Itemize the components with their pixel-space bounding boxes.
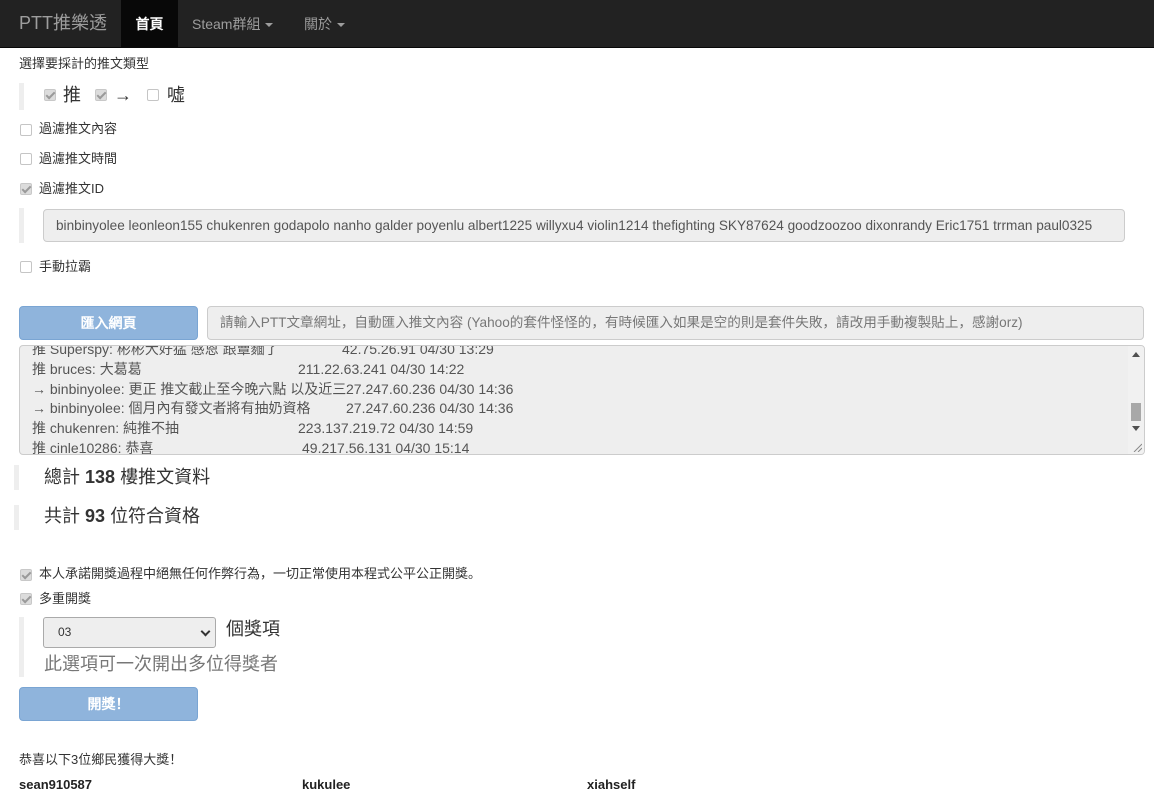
comment-line: 推 bruces: 大葛葛 211.22.63.241 04/30 14:22 — [32, 360, 1120, 380]
eligible-stat: 共計 93 位符合資格 — [44, 505, 200, 527]
scroll-down-icon[interactable] — [1132, 426, 1140, 431]
result-heading: 恭喜以下3位鄉民獲得大獎！ — [19, 752, 183, 767]
blockquote-bar — [14, 505, 19, 530]
comment-meta: 223.137.219.72 04/30 14:59 — [298, 420, 474, 437]
push-label: 推 — [63, 85, 81, 105]
arrow-checkbox[interactable] — [95, 89, 107, 101]
nav-steam-group[interactable]: Steam群組 — [192, 0, 274, 48]
push-checkbox[interactable] — [44, 89, 56, 101]
comment-line: → binbinyolee: 更正 推文截止至今晚六點 以及近三 27.247.6… — [32, 380, 1120, 400]
blockquote-bar — [14, 465, 19, 490]
eligible-count: 93 — [85, 506, 106, 526]
total-prefix: 總計 — [44, 467, 80, 487]
comments-textarea[interactable]: 推 Superspy: 彬彬大好猛 感恩 跟蕈麵了 42.75.26.91 04/… — [19, 345, 1145, 455]
push-type-heading: 選擇要採計的推文類型 — [19, 56, 150, 71]
chevron-down-icon — [265, 23, 274, 28]
comment-line: 推 chukenren: 純推不抽 223.137.219.72 04/30 14… — [32, 419, 1120, 439]
winner-name: kukulee — [302, 777, 351, 792]
multi-draw-label: 多重開獎 — [39, 591, 92, 606]
chevron-down-icon — [337, 23, 345, 28]
filter-content-label: 過濾推文內容 — [39, 121, 118, 136]
blockquote-bar — [19, 83, 24, 110]
nav-home[interactable]: 首頁 — [121, 0, 178, 48]
navbar: PTT推樂透 首頁 Steam群組 關於 — [0, 0, 1154, 48]
comment-meta: 211.22.63.241 04/30 14:22 — [298, 360, 465, 377]
prize-unit-label: 個獎項 — [226, 619, 280, 639]
draw-button[interactable]: 開獎！ — [19, 687, 198, 721]
prize-count-value: 03 — [58, 625, 72, 639]
eligible-suffix: 位符合資格 — [110, 506, 201, 526]
comment-text: 推 chukenren: 純推不抽 — [32, 420, 180, 437]
total-count: 138 — [85, 467, 116, 487]
comment-line: 推 Superspy: 彬彬大好猛 感恩 跟蕈麵了 42.75.26.91 04/… — [32, 345, 1120, 360]
manual-slot-label: 手動拉霸 — [39, 259, 92, 274]
filter-id-input[interactable]: binbinyolee leonleon155 chukenren godapo… — [43, 209, 1125, 242]
comments-list: 推 Superspy: 彬彬大好猛 感恩 跟蕈麵了 42.75.26.91 04/… — [32, 345, 1120, 455]
comment-meta: 27.247.60.236 04/30 14:36 — [346, 400, 514, 417]
total-stat: 總計 138 樓推文資料 — [44, 466, 210, 488]
nav-about-label: 關於 — [304, 16, 332, 32]
arrow-label: → — [114, 85, 132, 105]
import-webpage-button[interactable]: 匯入網頁 — [19, 306, 198, 340]
scrollbar[interactable] — [1128, 346, 1144, 454]
manual-slot-checkbox[interactable] — [20, 261, 32, 273]
filter-id-label: 過濾推文ID — [39, 181, 105, 196]
comment-line: 推 cinle10286: 恭喜 49.217.56.131 04/30 15:1… — [32, 439, 1120, 455]
filter-time-label: 過濾推文時間 — [39, 151, 118, 166]
nav-about[interactable]: 關於 — [304, 0, 345, 48]
comment-meta: 49.217.56.131 04/30 15:14 — [302, 439, 470, 455]
filter-id-checkbox[interactable] — [20, 183, 32, 195]
comment-text: 推 cinle10286: 恭喜 — [32, 439, 154, 455]
pledge-label: 本人承諾開獎過程中絕無任何作弊行為，一切正常使用本程式公平公正開獎。 — [39, 566, 482, 581]
chevron-down-icon — [200, 626, 211, 637]
ptt-url-input[interactable]: 請輸入PTT文章網址，自動匯入推文內容 (Yahoo的套件怪怪的，有時候匯入如果… — [207, 306, 1144, 340]
comment-text: → binbinyolee: 更正 推文截止至今晚六點 以及近三 — [32, 380, 347, 397]
resize-handle-icon[interactable] — [1132, 442, 1142, 452]
prize-count-select[interactable]: 03 — [43, 617, 216, 648]
nav-steam-group-label: Steam群組 — [192, 16, 261, 32]
blockquote-bar — [19, 208, 24, 243]
filter-time-checkbox[interactable] — [20, 153, 32, 165]
comment-text: 推 Superspy: 彬彬大好猛 感恩 跟蕈麵了 — [32, 345, 279, 357]
boo-label: 噓 — [167, 85, 185, 105]
scroll-up-icon[interactable] — [1132, 352, 1140, 357]
brand-logo[interactable]: PTT推樂透 — [19, 12, 107, 34]
comment-line: → binbinyolee: 個月內有發文者將有抽奶資格 27.247.60.23… — [32, 399, 1120, 419]
boo-checkbox[interactable] — [147, 89, 159, 101]
comment-meta: 42.75.26.91 04/30 13:29 — [342, 345, 494, 357]
winner-name: xiahself — [587, 777, 636, 792]
comment-text: 推 bruces: 大葛葛 — [32, 360, 142, 377]
pledge-checkbox[interactable] — [20, 569, 32, 581]
eligible-prefix: 共計 — [44, 506, 80, 526]
filter-content-checkbox[interactable] — [20, 124, 32, 136]
multi-draw-help: 此選項可一次開出多位得獎者 — [44, 654, 278, 674]
comment-meta: 27.247.60.236 04/30 14:36 — [346, 380, 514, 397]
multi-draw-checkbox[interactable] — [20, 593, 32, 605]
scrollbar-thumb[interactable] — [1131, 403, 1141, 421]
comment-text: → binbinyolee: 個月內有發文者將有抽奶資格 — [32, 400, 311, 417]
total-suffix: 樓推文資料 — [120, 467, 211, 487]
winner-name: sean910587 — [19, 777, 93, 792]
blockquote-bar — [19, 617, 24, 677]
